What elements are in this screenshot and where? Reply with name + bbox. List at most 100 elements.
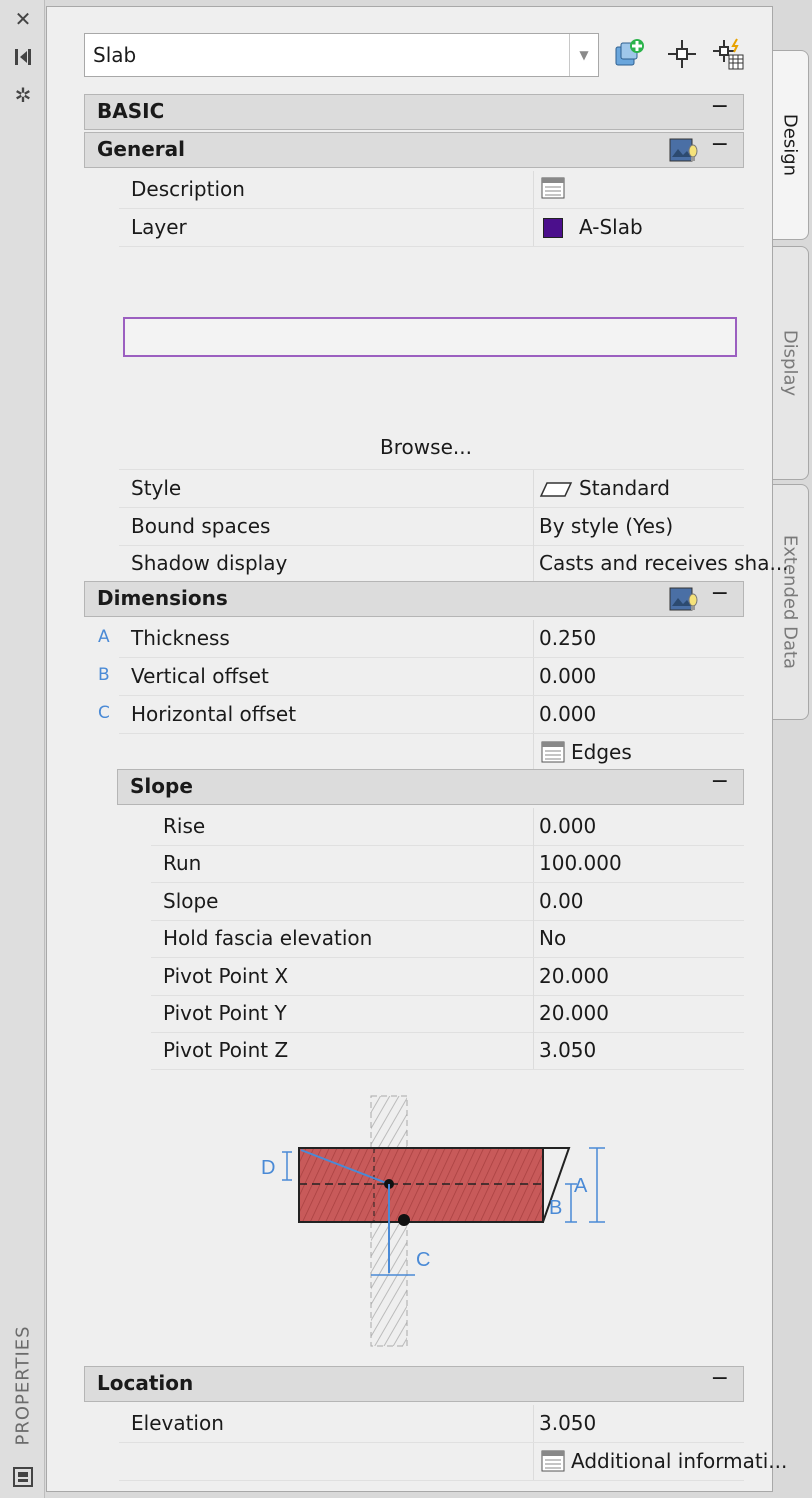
section-dimensions-header[interactable]: Dimensions − bbox=[84, 581, 744, 617]
section-slope-header[interactable]: Slope − bbox=[117, 769, 744, 805]
property-row-additional-information[interactable]: Additional informati... bbox=[119, 1443, 787, 1481]
property-row-thickness[interactable]: A Thickness 0.250 bbox=[98, 620, 744, 658]
properties-icon[interactable]: ✲ bbox=[12, 84, 34, 106]
worksheet-icon[interactable] bbox=[541, 741, 565, 768]
section-location-title: Location bbox=[97, 1371, 194, 1395]
property-value: 0.00 bbox=[539, 888, 584, 913]
property-label: Pivot Point X bbox=[163, 963, 289, 988]
property-label: Rise bbox=[163, 814, 206, 838]
worksheet-icon[interactable] bbox=[541, 1450, 565, 1477]
diagram-label-b: B bbox=[549, 1197, 562, 1219]
property-row-vertical-offset[interactable]: B Vertical offset 0.000 bbox=[98, 658, 744, 696]
dimension-letter: C bbox=[98, 703, 110, 723]
dimension-letter: B bbox=[98, 665, 110, 685]
diagram-label-d: D bbox=[261, 1157, 275, 1179]
auto-hide-icon[interactable] bbox=[12, 46, 34, 68]
tab-extended-data[interactable]: Extended Data bbox=[771, 484, 809, 720]
property-value: 20.000 bbox=[539, 1001, 609, 1025]
combo-value: Slab bbox=[93, 43, 137, 67]
property-row-slope-item[interactable]: Pivot Point Z 3.050 bbox=[151, 1032, 744, 1071]
property-value: 3.050 bbox=[539, 1411, 597, 1435]
property-label: Hold fascia elevation bbox=[163, 926, 373, 951]
dimension-letter: A bbox=[98, 627, 110, 647]
property-label: Slope bbox=[163, 888, 219, 913]
diagram-label-c: C bbox=[416, 1249, 430, 1271]
section-slope-title: Slope bbox=[130, 774, 193, 798]
property-value: 3.050 bbox=[539, 1038, 597, 1063]
section-location-header[interactable]: Location − bbox=[84, 1366, 744, 1402]
property-value: A-Slab bbox=[579, 215, 643, 239]
palette-title: PROPERTIES bbox=[12, 1325, 34, 1446]
property-row-elevation[interactable]: Elevation 3.050 bbox=[119, 1405, 744, 1443]
property-row-slope-item[interactable]: Run 100.000 bbox=[151, 845, 744, 884]
image-preview-icon[interactable] bbox=[669, 137, 699, 165]
description-input[interactable] bbox=[123, 317, 737, 357]
tab-display[interactable]: Display bbox=[771, 246, 809, 480]
collapse-icon[interactable]: − bbox=[711, 1366, 729, 1391]
slab-style-icon bbox=[539, 480, 573, 504]
property-row-edges[interactable]: Edges bbox=[119, 734, 744, 772]
image-preview-icon[interactable] bbox=[669, 586, 699, 614]
quick-select-icon[interactable] bbox=[612, 37, 646, 71]
collapse-icon[interactable]: − bbox=[711, 769, 729, 794]
property-value: Additional informati... bbox=[571, 1449, 788, 1473]
property-label: Thickness bbox=[131, 626, 230, 650]
chevron-down-icon[interactable]: ▼ bbox=[569, 34, 598, 76]
property-row-horizontal-offset[interactable]: C Horizontal offset 0.000 bbox=[98, 696, 744, 734]
palette-title-bar: ✕ ✲ PROPERTIES bbox=[0, 0, 45, 1498]
palette-menu-icon[interactable] bbox=[12, 1466, 34, 1488]
worksheet-icon[interactable] bbox=[541, 177, 565, 204]
slab-diagram: D A B C bbox=[119, 1068, 744, 1364]
section-general-title: General bbox=[97, 137, 185, 161]
section-basic-header[interactable]: BASIC − bbox=[84, 94, 744, 130]
browse-button[interactable]: Browse... bbox=[119, 435, 733, 459]
property-label: Layer bbox=[131, 215, 187, 239]
section-general-header[interactable]: General − bbox=[84, 132, 744, 168]
property-value: 20.000 bbox=[539, 963, 609, 988]
select-objects-icon[interactable] bbox=[665, 37, 699, 71]
property-label: Description bbox=[131, 177, 245, 201]
property-row-shadow-display[interactable]: Shadow display Casts and receives sha... bbox=[119, 545, 789, 583]
property-label: Shadow display bbox=[131, 551, 288, 575]
property-value: Edges bbox=[571, 740, 632, 764]
collapse-icon[interactable]: − bbox=[711, 581, 729, 606]
property-label: Horizontal offset bbox=[131, 702, 297, 726]
object-type-combo[interactable]: Slab ▼ bbox=[84, 33, 599, 77]
collapse-icon[interactable]: − bbox=[711, 94, 729, 119]
property-row-slope-item[interactable]: Pivot Point X 20.000 bbox=[151, 957, 744, 996]
tab-design[interactable]: Design bbox=[771, 50, 809, 240]
property-value: Standard bbox=[579, 476, 670, 500]
close-icon[interactable]: ✕ bbox=[12, 8, 34, 30]
collapse-icon[interactable]: − bbox=[711, 132, 729, 157]
property-row-style[interactable]: Style Standard bbox=[119, 470, 744, 508]
property-value: 0.000 bbox=[539, 664, 597, 688]
property-value: 100.000 bbox=[539, 851, 622, 876]
property-value: Casts and receives sha... bbox=[539, 551, 789, 575]
property-value: 0.000 bbox=[539, 814, 597, 838]
property-value: 0.000 bbox=[539, 702, 597, 726]
properties-panel: Slab ▼ BASIC − General − Description Lay… bbox=[46, 6, 789, 1492]
property-label: Pivot Point Z bbox=[163, 1038, 289, 1063]
diagram-label-a: A bbox=[574, 1175, 588, 1197]
toggle-pickadd-icon[interactable] bbox=[711, 37, 745, 71]
section-basic-title: BASIC bbox=[97, 99, 165, 123]
description-area: Browse... bbox=[119, 247, 744, 470]
property-row-slope-item[interactable]: Pivot Point Y 20.000 bbox=[151, 995, 744, 1033]
property-label: Run bbox=[163, 851, 202, 876]
property-row-description[interactable]: Description bbox=[119, 171, 744, 209]
property-label: Elevation bbox=[131, 1411, 224, 1435]
property-label: Vertical offset bbox=[131, 664, 269, 688]
property-row-slope-item[interactable]: Hold fascia elevation No bbox=[151, 920, 744, 959]
layer-color-swatch bbox=[543, 218, 563, 238]
property-row-bound-spaces[interactable]: Bound spaces By style (Yes) bbox=[119, 508, 744, 546]
property-label: Bound spaces bbox=[131, 514, 271, 538]
property-value: By style (Yes) bbox=[539, 514, 674, 538]
section-dimensions-title: Dimensions bbox=[97, 586, 228, 610]
property-value: No bbox=[539, 926, 567, 951]
property-row-slope-item[interactable]: Rise 0.000 bbox=[151, 808, 744, 846]
property-row-layer[interactable]: Layer A-Slab bbox=[119, 209, 744, 247]
property-label: Pivot Point Y bbox=[163, 1001, 287, 1025]
property-value: 0.250 bbox=[539, 626, 597, 650]
property-label: Style bbox=[131, 476, 182, 500]
property-row-slope-item[interactable]: Slope 0.00 bbox=[151, 882, 744, 921]
